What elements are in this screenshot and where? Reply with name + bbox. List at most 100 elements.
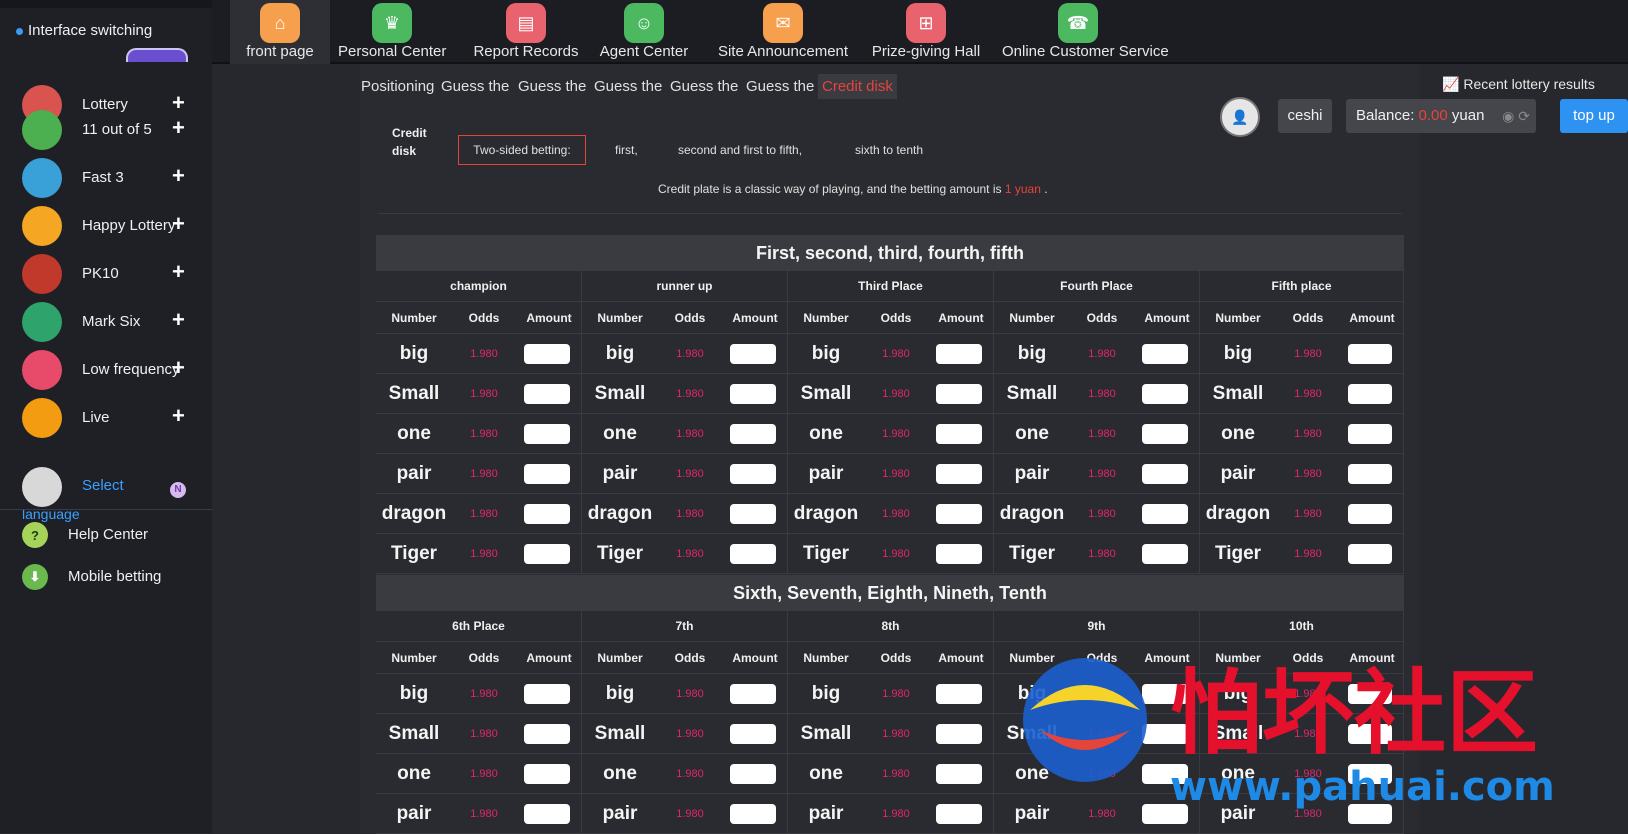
amount-input[interactable]	[936, 424, 982, 444]
help-center-link[interactable]: ? Help Center	[22, 520, 212, 550]
amount-input[interactable]	[1348, 684, 1392, 704]
sidebar-item-eleven-five[interactable]: 11 out of 5 +	[0, 105, 212, 155]
amount-input[interactable]	[1348, 424, 1392, 444]
amount-input[interactable]	[1142, 424, 1188, 444]
sidebar-item-live[interactable]: Live +	[0, 393, 212, 443]
sidebar-item-low-frequency[interactable]: Low frequency +	[0, 345, 212, 395]
amount-input[interactable]	[524, 344, 570, 364]
tab-game-1[interactable]: Guess the	[441, 78, 509, 95]
amount-input[interactable]	[936, 724, 982, 744]
nav-personal-center[interactable]: ♛ Personal Center	[338, 0, 446, 64]
sidebar-item-happy-lottery[interactable]: Happy Lottery +	[0, 201, 212, 251]
amount-input[interactable]	[1142, 384, 1188, 404]
amount-input[interactable]	[1348, 764, 1392, 784]
amount-input[interactable]	[936, 504, 982, 524]
tab-game-5[interactable]: Guess the	[746, 78, 814, 95]
amount-input[interactable]	[936, 804, 982, 824]
column-subheader: Number Odds Amount	[1200, 642, 1403, 674]
amount-input[interactable]	[524, 764, 570, 784]
amount-input[interactable]	[524, 544, 570, 564]
amount-input[interactable]	[730, 764, 776, 784]
amount-input[interactable]	[1142, 544, 1188, 564]
amount-input[interactable]	[1142, 504, 1188, 524]
tab-game-3[interactable]: Guess the	[594, 78, 662, 95]
amount-input[interactable]	[730, 464, 776, 484]
recent-results-link[interactable]: 📈 Recent lottery results	[1442, 76, 1595, 93]
top-up-button[interactable]: top up	[1560, 99, 1628, 133]
tab-game-2[interactable]: Guess the	[518, 78, 586, 95]
avatar[interactable]: 👤	[1220, 97, 1260, 137]
amount-input[interactable]	[524, 504, 570, 524]
tab-game-0[interactable]: Positioning	[361, 78, 434, 95]
odds-header: Odds	[1086, 311, 1118, 325]
nav-online-customer-service[interactable]: ☎ Online Customer Service	[1002, 0, 1169, 64]
sidebar-item-mark-six[interactable]: Mark Six +	[0, 297, 212, 347]
amount-input[interactable]	[524, 804, 570, 824]
amount-input[interactable]	[936, 464, 982, 484]
select-language-button[interactable]: Select	[82, 477, 124, 494]
amount-input[interactable]	[936, 544, 982, 564]
amount-input[interactable]	[1348, 384, 1392, 404]
plus-icon[interactable]: +	[172, 403, 185, 429]
sidebar-item-fast3[interactable]: Fast 3 +	[0, 153, 212, 203]
amount-input[interactable]	[730, 384, 776, 404]
mode-sixth-to-tenth[interactable]: sixth to tenth	[855, 143, 923, 157]
amount-input[interactable]	[1348, 504, 1392, 524]
amount-input[interactable]	[730, 504, 776, 524]
bet-number: pair	[396, 803, 432, 824]
sidebar-item-pk10[interactable]: PK10 +	[0, 249, 212, 299]
amount-input[interactable]	[1142, 344, 1188, 364]
amount-input[interactable]	[936, 344, 982, 364]
mobile-betting-link[interactable]: ⬇ Mobile betting	[22, 562, 212, 592]
plus-icon[interactable]: +	[172, 307, 185, 333]
interface-switching[interactable]: Interface switching	[16, 22, 152, 39]
service-icon: ☎	[1058, 3, 1098, 43]
amount-input[interactable]	[524, 424, 570, 444]
tab-game-6[interactable]: Credit disk	[818, 74, 897, 99]
amount-input[interactable]	[936, 764, 982, 784]
amount-input[interactable]	[1142, 764, 1188, 784]
amount-input[interactable]	[730, 424, 776, 444]
amount-input[interactable]	[524, 464, 570, 484]
interface-toggle[interactable]	[126, 48, 188, 62]
amount-input[interactable]	[1142, 464, 1188, 484]
amount-input[interactable]	[730, 344, 776, 364]
amount-input[interactable]	[524, 684, 570, 704]
amount-input[interactable]	[936, 684, 982, 704]
mode-first[interactable]: first,	[615, 143, 638, 157]
nav-report-records[interactable]: ▤ Report Records	[462, 0, 590, 64]
amount-input[interactable]	[524, 724, 570, 744]
nav-prize-giving-hall[interactable]: ⊞ Prize-giving Hall	[870, 0, 982, 64]
bet-number: one	[397, 423, 431, 444]
amount-input[interactable]	[730, 724, 776, 744]
amount-input[interactable]	[1142, 804, 1188, 824]
plus-icon[interactable]: +	[172, 163, 185, 189]
plus-icon[interactable]: +	[172, 259, 185, 285]
plus-icon[interactable]: +	[172, 211, 185, 237]
nav-front-page[interactable]: ⌂ front page	[230, 0, 330, 64]
bet-row: big 1.980	[376, 674, 581, 714]
amount-input[interactable]	[1142, 684, 1188, 704]
nav-site-announcement[interactable]: ✉ Site Announcement	[706, 0, 860, 64]
amount-input[interactable]	[1348, 344, 1392, 364]
amount-input[interactable]	[1142, 724, 1188, 744]
mode-first-to-fifth[interactable]: second and first to fifth,	[678, 143, 802, 157]
nav-label: Personal Center	[338, 43, 447, 60]
amount-input[interactable]	[730, 684, 776, 704]
credit-desc-suffix: .	[1044, 182, 1048, 196]
plus-icon[interactable]: +	[172, 115, 185, 141]
eye-icon[interactable]: ◉	[1502, 108, 1514, 124]
nav-agent-center[interactable]: ☺ Agent Center	[596, 0, 692, 64]
mode-two-sided[interactable]: Two-sided betting:	[458, 135, 586, 165]
refresh-icon[interactable]: ⟳	[1518, 108, 1530, 124]
amount-input[interactable]	[730, 804, 776, 824]
plus-icon[interactable]: +	[172, 355, 185, 381]
amount-input[interactable]	[1348, 804, 1392, 824]
amount-input[interactable]	[524, 384, 570, 404]
tab-game-4[interactable]: Guess the	[670, 78, 738, 95]
amount-input[interactable]	[936, 384, 982, 404]
amount-input[interactable]	[730, 544, 776, 564]
amount-input[interactable]	[1348, 724, 1392, 744]
amount-input[interactable]	[1348, 544, 1392, 564]
amount-input[interactable]	[1348, 464, 1392, 484]
